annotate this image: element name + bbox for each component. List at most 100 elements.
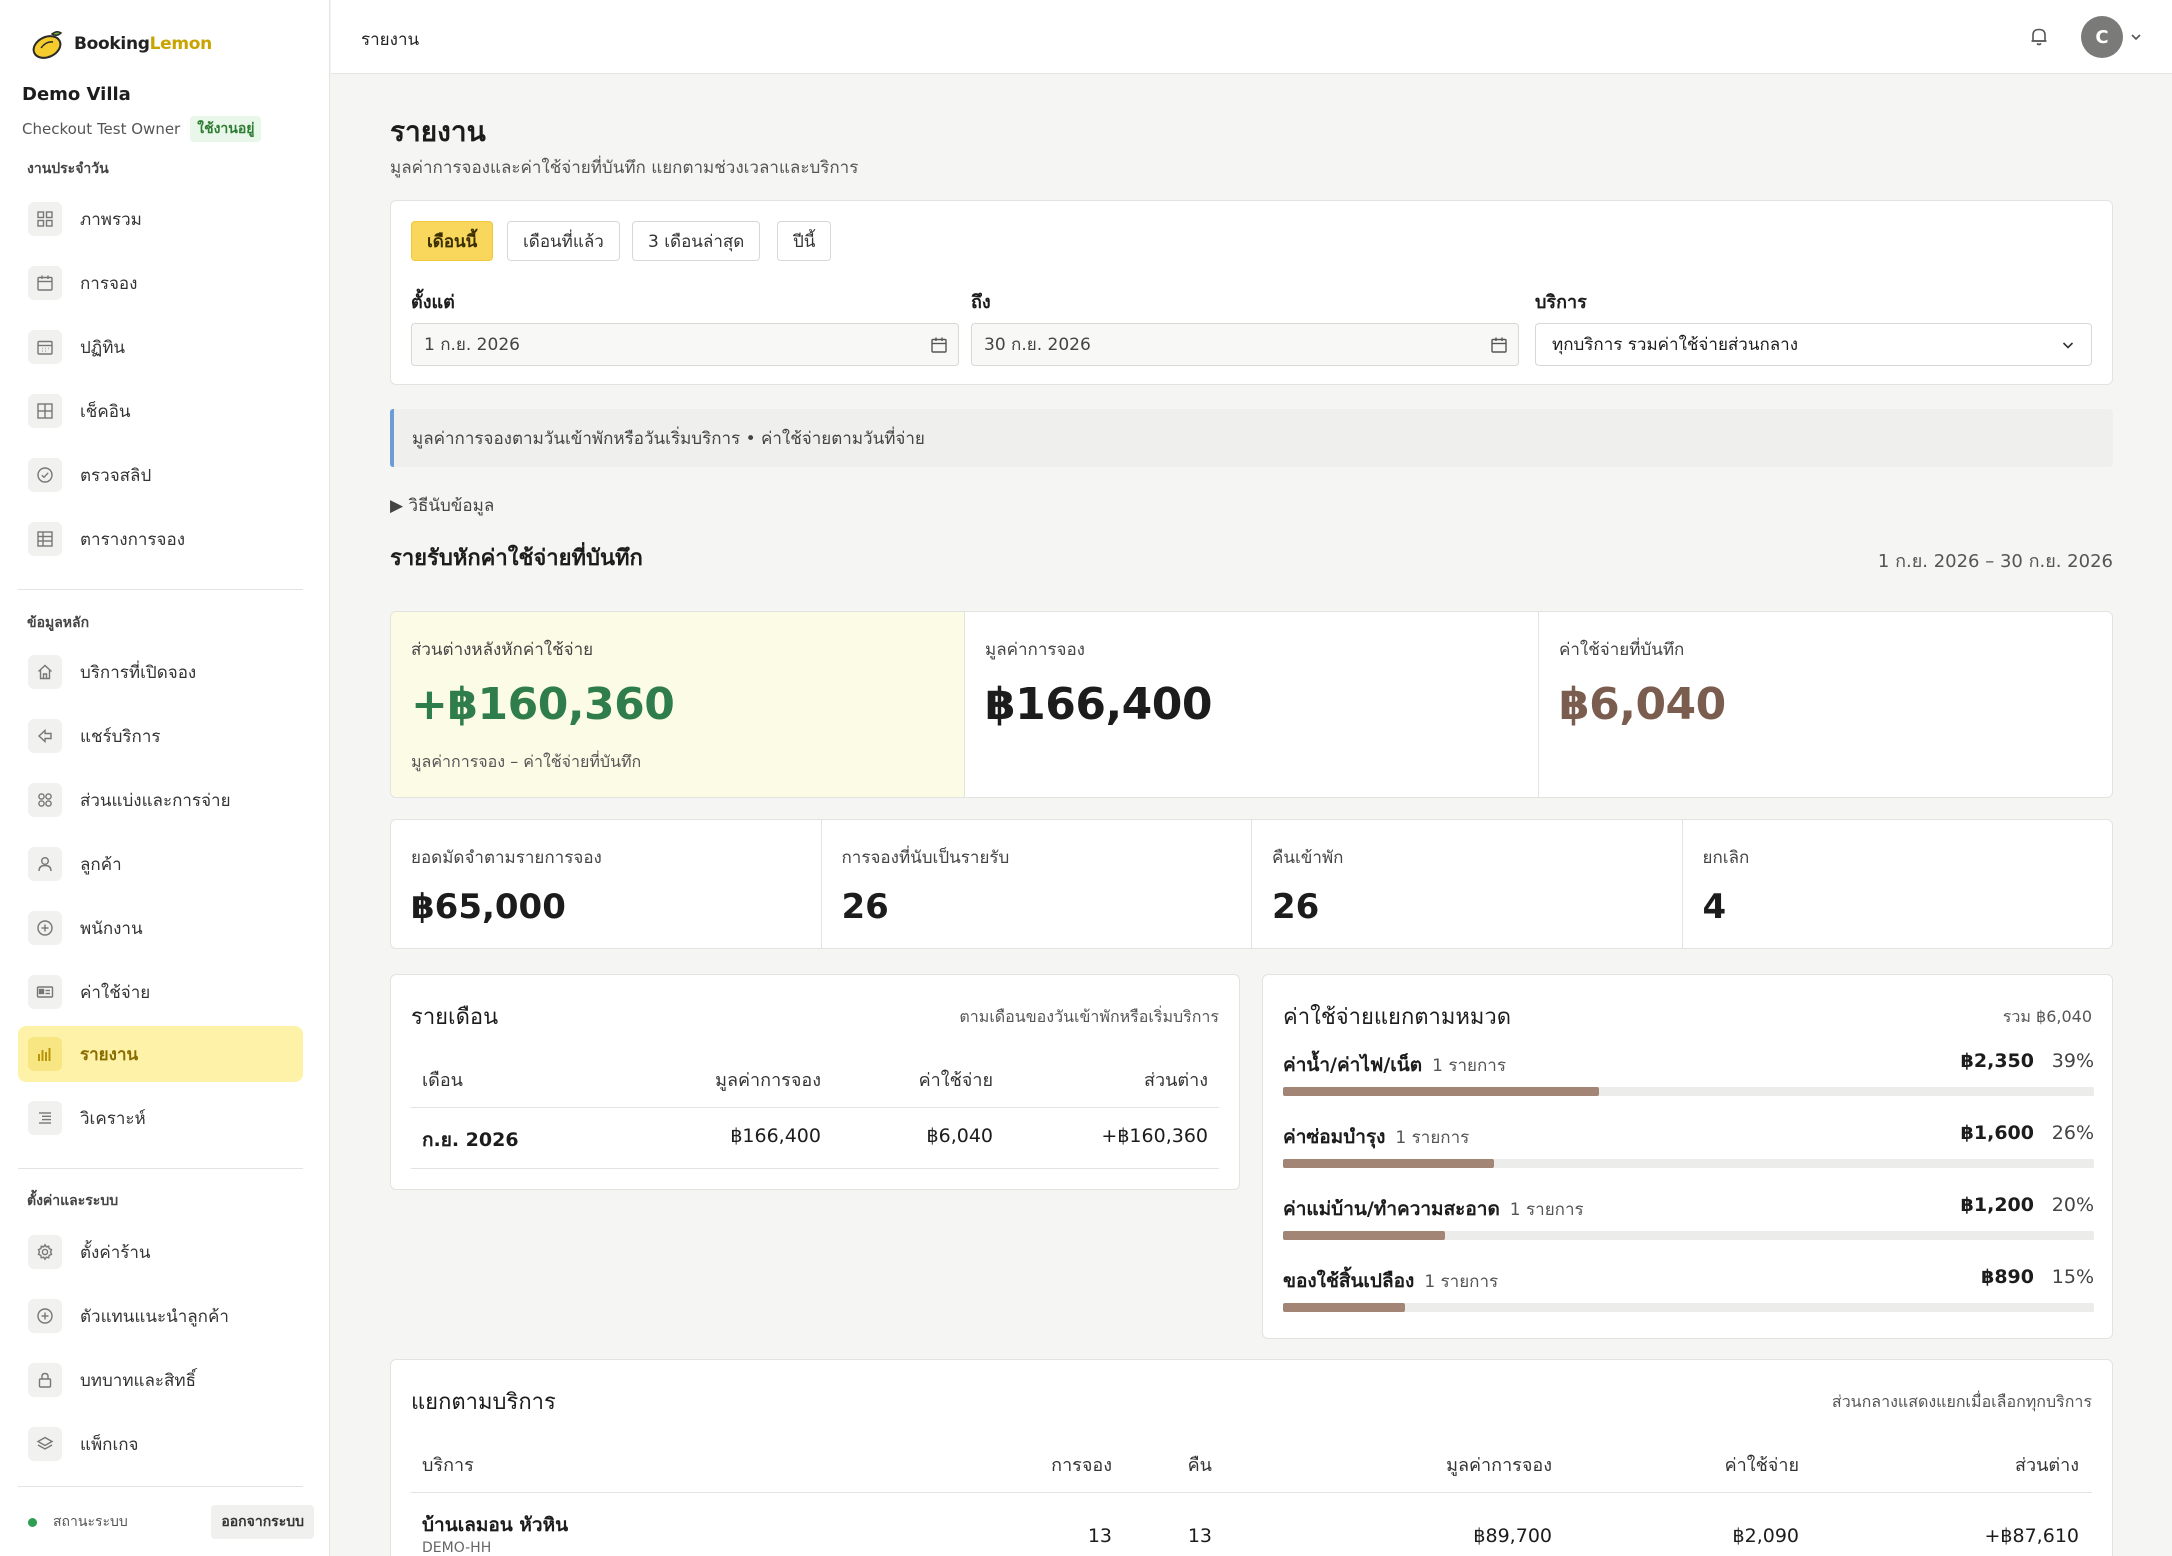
bar-chart-icon (28, 1037, 62, 1071)
system-status: สถานะระบบ ออกจากระบบ (28, 1505, 314, 1539)
calendar-icon (931, 337, 947, 353)
logout-button[interactable]: ออกจากระบบ (211, 1505, 314, 1539)
booking-value-cell: ฿89,700 (1473, 1525, 1552, 1547)
difference-cell: +฿87,610 (1984, 1525, 2080, 1547)
avatar[interactable]: C (2081, 16, 2123, 58)
category-percent: 39% (2051, 1050, 2094, 1072)
sidebar-item-slip-check[interactable]: ตรวจสลิป (18, 447, 303, 503)
sidebar-item-expenses[interactable]: ค่าใช้จ่าย (18, 964, 303, 1020)
sidebar-item-label: การจอง (80, 273, 138, 294)
calendar-month-icon (28, 330, 62, 364)
table-icon (28, 522, 62, 556)
sidebar: BookingLemon Demo Villa Checkout Test Ow… (0, 0, 330, 1556)
table-divider (411, 1107, 1219, 1108)
sidebar-item-label: บทบาทและสิทธิ์ (80, 1370, 197, 1391)
sidebar-item-bookings[interactable]: การจอง (18, 255, 303, 311)
to-date-value: 30 ก.ย. 2026 (984, 335, 1091, 355)
sidebar-item-staff[interactable]: พนักงาน (18, 900, 303, 956)
page-title: รายงาน (390, 115, 486, 148)
period-this-month-button[interactable]: เดือนนี้ (411, 221, 494, 261)
sidebar-item-overview[interactable]: ภาพรวม (18, 191, 303, 247)
layers-icon (28, 1427, 62, 1461)
category-row: ของใช้สิ้นเปลือง 1 รายการ ฿890 15% (1283, 1266, 2094, 1312)
section-master: ข้อมูลหลัก (27, 615, 90, 631)
sidebar-item-share[interactable]: แชร์บริการ (18, 708, 303, 764)
sidebar-item-label: ตรวจสลิป (80, 465, 152, 486)
info-notice: มูลค่าการจองตามวันเข้าพักหรือวันเริ่มบริ… (390, 409, 2113, 467)
sidebar-item-checkin[interactable]: เช็คอิน (18, 383, 303, 439)
category-amount: ฿2,350 (1960, 1050, 2034, 1072)
stat-label: ยกเลิก (1702, 848, 1750, 868)
sidebar-item-referral[interactable]: ตัวแทนแนะนำลูกค้า (18, 1288, 303, 1344)
sidebar-item-packages[interactable]: แพ็กเกจ (18, 1416, 303, 1472)
category-name: ค่าน้ำ/ค่าไฟ/เน็ต (1283, 1054, 1423, 1076)
category-amount: ฿1,200 (1960, 1194, 2034, 1216)
owner-name: Checkout Test Owner (22, 120, 181, 138)
status-badge: ใช้งานอยู่ (190, 116, 262, 142)
sidebar-item-label: ปฏิทิน (80, 337, 126, 358)
service-title: แยกตามบริการ (411, 1390, 556, 1415)
stat-row: ยอดมัดจำตามรายการจอง ฿65,000 การจองที่นั… (390, 819, 2113, 949)
sidebar-item-label: แพ็กเกจ (80, 1434, 139, 1455)
brand-logo[interactable]: BookingLemon (30, 28, 212, 60)
plus-circle-icon (28, 1299, 62, 1333)
kpi-label: ส่วนต่างหลังหักค่าใช้จ่าย (411, 640, 594, 660)
monthly-title: รายเดือน (411, 1005, 499, 1030)
expense-cell: ฿2,090 (1732, 1525, 1799, 1547)
category-bar-track (1283, 1231, 2094, 1240)
chevron-down-icon[interactable] (2129, 30, 2143, 44)
sidebar-item-analytics[interactable]: วิเคราะห์ (18, 1090, 303, 1146)
category-bar-fill (1283, 1087, 1600, 1096)
service-select[interactable]: ทุกบริการ รวมค่าใช้จ่ายส่วนกลาง (1535, 323, 2092, 366)
column-header-nights: คืน (1187, 1455, 1212, 1476)
owner-line: Checkout Test Owner ใช้งานอยู่ (22, 116, 262, 142)
service-code-cell: DEMO-HH (422, 1540, 492, 1556)
difference-cell: +฿160,360 (1101, 1125, 1208, 1147)
category-count: 1 รายการ (1395, 1128, 1470, 1148)
category-amount: ฿1,600 (1960, 1122, 2034, 1144)
sidebar-item-customers[interactable]: ลูกค้า (18, 836, 303, 892)
column-header-booking-value: มูลค่าการจอง (715, 1070, 821, 1091)
table-divider (411, 1492, 2092, 1493)
topbar-title: รายงาน (361, 30, 420, 50)
period-this-year-button[interactable]: ปีนี้ (777, 221, 832, 261)
stat-value: 4 (1702, 887, 1727, 927)
column-header-bookings: การจอง (1051, 1455, 1112, 1476)
home-icon (28, 655, 62, 689)
status-dot-icon (28, 1517, 37, 1527)
sidebar-item-reports[interactable]: รายงาน (18, 1026, 303, 1082)
kpi-label: ค่าใช้จ่ายที่บันทึก (1559, 640, 1685, 660)
column-header-booking-value: มูลค่าการจอง (1446, 1455, 1552, 1476)
chevron-down-icon (2062, 342, 2074, 349)
period-last-month-button[interactable]: เดือนที่แล้ว (507, 221, 620, 261)
sidebar-item-roles[interactable]: บทบาทและสิทธิ์ (18, 1352, 303, 1408)
from-label: ตั้งแต่ (411, 292, 455, 313)
category-bar-fill (1283, 1159, 1494, 1168)
sidebar-item-split[interactable]: ส่วนแบ่งและการจ่าย (18, 772, 303, 828)
column-header-month: เดือน (422, 1070, 463, 1091)
from-date-input[interactable]: 1 ก.ย. 2026 (411, 323, 959, 366)
list-icon (28, 1101, 62, 1135)
expense-cell: ฿6,040 (926, 1125, 993, 1147)
kpi-value: ฿166,400 (985, 679, 1213, 730)
category-count: 1 รายการ (1432, 1056, 1506, 1076)
category-row: ค่าซ่อมบำรุง 1 รายการ ฿1,600 26% (1283, 1122, 2094, 1168)
sidebar-item-label: ตั้งค่าร้าน (80, 1242, 151, 1263)
period-last-3-months-button[interactable]: 3 เดือนล่าสุด (632, 221, 761, 261)
to-date-input[interactable]: 30 ก.ย. 2026 (971, 323, 1519, 366)
stat-label: การจองที่นับเป็นรายรับ (841, 848, 1010, 868)
check-circle-icon (28, 458, 62, 492)
booking-value-cell: ฿166,400 (730, 1125, 821, 1147)
sidebar-item-booking-table[interactable]: ตารางการจอง (18, 511, 303, 567)
sidebar-item-label: ค่าใช้จ่าย (80, 982, 151, 1003)
sidebar-item-calendar[interactable]: ปฏิทิน (18, 319, 303, 375)
bell-icon[interactable] (2027, 24, 2051, 48)
plus-circle-icon (28, 911, 62, 945)
how-counted-toggle[interactable]: ▶ วิธีนับข้อมูล (390, 492, 494, 519)
lock-icon (28, 1363, 62, 1397)
category-row: ค่าแม่บ้าน/ทำความสะอาด 1 รายการ ฿1,200 20… (1283, 1194, 2094, 1240)
category-amount: ฿890 (1981, 1266, 2034, 1288)
sidebar-item-services[interactable]: บริการที่เปิดจอง (18, 644, 303, 700)
sidebar-item-shop-settings[interactable]: ตั้งค่าร้าน (18, 1224, 303, 1280)
summary-date-range: 1 ก.ย. 2026 – 30 ก.ย. 2026 (1877, 551, 2113, 572)
